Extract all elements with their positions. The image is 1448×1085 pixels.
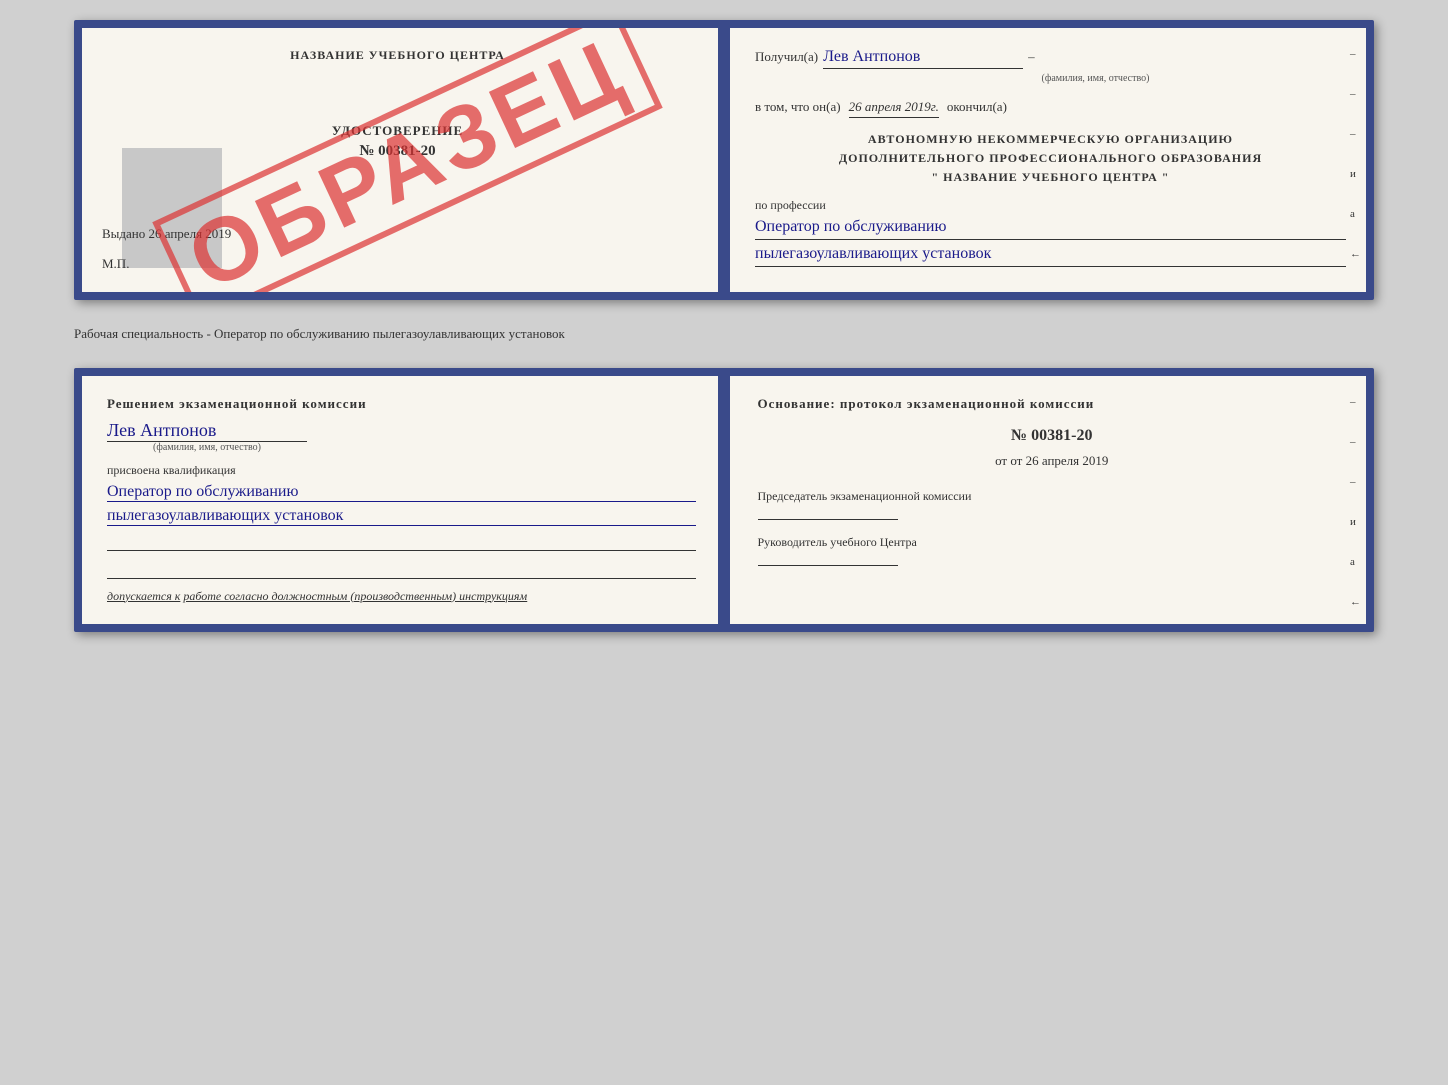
vtom-line: в том, что он(а) 26 апреля 2019г. окончи… bbox=[755, 99, 1346, 118]
vtom-label: в том, что он(а) bbox=[755, 99, 841, 115]
vydano-label: Выдано bbox=[102, 226, 145, 241]
poluchil-line: Получил(а) Лев Антпонов – bbox=[755, 48, 1346, 69]
dopuskaetsya-text: работе согласно должностным (производств… bbox=[183, 589, 527, 603]
bottom-line1 bbox=[107, 531, 696, 551]
poluchil-dash: – bbox=[1028, 49, 1035, 65]
bdash-4: и bbox=[1350, 516, 1361, 528]
right-side-dashes: – – – и а ← – – – – bbox=[1350, 48, 1361, 300]
document-container: НАЗВАНИЕ УЧЕБНОГО ЦЕНТРА УДОСТОВЕРЕНИЕ №… bbox=[74, 20, 1374, 632]
dopuskaetsya-linked-text: работе согласно должностным (производств… bbox=[183, 589, 527, 603]
photo-placeholder bbox=[122, 148, 222, 268]
org-line2: ДОПОЛНИТЕЛЬНОГО ПРОФЕССИОНАЛЬНОГО ОБРАЗО… bbox=[755, 149, 1346, 168]
kvalif-line1: Оператор по обслуживанию bbox=[107, 483, 696, 502]
poluchil-label: Получил(а) bbox=[755, 49, 818, 65]
mp-line: М.П. bbox=[102, 256, 129, 272]
poluchil-name: Лев Антпонов bbox=[823, 48, 1023, 69]
between-text: Рабочая специальность - Оператор по обсл… bbox=[74, 318, 1374, 350]
bottom-certificate-book: Решением экзаменационной комиссии Лев Ан… bbox=[74, 368, 1374, 632]
dash-6: ← bbox=[1350, 248, 1361, 260]
dash-1: – bbox=[1350, 48, 1361, 60]
dopuskaetsya-label: допускается к bbox=[107, 589, 180, 603]
rukovoditel-label: Руководитель учебного Центра bbox=[758, 535, 1347, 550]
osnovanie-text: Основание: протокол экзаменационной коми… bbox=[758, 396, 1347, 412]
fio-label-top: (фамилия, имя, отчество) bbox=[845, 73, 1346, 84]
top-right-page: – – – и а ← – – – – Получил(а) Лев Антпо… bbox=[725, 28, 1366, 292]
fio-label-bottom: (фамилия, имя, отчество) bbox=[107, 442, 307, 453]
spine-binding bbox=[718, 28, 730, 292]
bdash-2: – bbox=[1350, 436, 1361, 448]
dash-2: – bbox=[1350, 88, 1361, 100]
cert-header: НАЗВАНИЕ УЧЕБНОГО ЦЕНТРА bbox=[102, 48, 693, 63]
org-block: АВТОНОМНУЮ НЕКОММЕРЧЕСКУЮ ОРГАНИЗАЦИЮ ДО… bbox=[755, 130, 1346, 188]
resheniem-text: Решением экзаменационной комиссии bbox=[107, 396, 696, 412]
ot-date: от от 26 апреля 2019 bbox=[758, 453, 1347, 469]
vydano-date: 26 апреля 2019 bbox=[149, 226, 232, 241]
rukovoditel-block: Руководитель учебного Центра bbox=[758, 535, 1347, 566]
spine-binding-bottom bbox=[718, 376, 730, 624]
bottom-right-page: – – – и а ← – – – – Основание: протокол … bbox=[728, 376, 1367, 624]
po-professii: по профессии bbox=[755, 198, 1346, 213]
udost-title: УДОСТОВЕРЕНИЕ bbox=[102, 123, 693, 139]
predsedatel-block: Председатель экзаменационной комиссии bbox=[758, 489, 1347, 520]
ot-date-value: от 26 апреля 2019 bbox=[1010, 453, 1108, 468]
prof-line2: пылегазоулавливающих установок bbox=[755, 245, 1346, 267]
dopuskaetsya-block: допускается к работе согласно должностны… bbox=[107, 589, 696, 604]
prof-line1: Оператор по обслуживанию bbox=[755, 218, 1346, 240]
bdash-1: – bbox=[1350, 396, 1361, 408]
prisvoena-text: присвоена квалификация bbox=[107, 463, 696, 478]
dash-5: а bbox=[1350, 208, 1361, 220]
vydano-line: Выдано 26 апреля 2019 bbox=[102, 226, 231, 242]
vtom-date: 26 апреля 2019г. bbox=[849, 99, 939, 118]
ot-prefix: от bbox=[995, 453, 1010, 468]
kvalif-line2: пылегазоулавливающих установок bbox=[107, 507, 696, 526]
bdash-3: – bbox=[1350, 476, 1361, 488]
top-left-page: НАЗВАНИЕ УЧЕБНОГО ЦЕНТРА УДОСТОВЕРЕНИЕ №… bbox=[82, 28, 725, 292]
top-certificate-book: НАЗВАНИЕ УЧЕБНОГО ЦЕНТРА УДОСТОВЕРЕНИЕ №… bbox=[74, 20, 1374, 300]
org-line3: " НАЗВАНИЕ УЧЕБНОГО ЦЕНТРА " bbox=[755, 168, 1346, 187]
okonchil-label: окончил(а) bbox=[947, 99, 1007, 115]
bdash-6: ← bbox=[1350, 596, 1361, 608]
name-blue-bottom: Лев Антпонов bbox=[107, 420, 696, 442]
protocol-number: № 00381-20 bbox=[758, 427, 1347, 445]
rukovoditel-sign-line bbox=[758, 565, 898, 566]
dash-7: – bbox=[1350, 288, 1361, 300]
predsedatel-label: Председатель экзаменационной комиссии bbox=[758, 489, 1347, 504]
org-line1: АВТОНОМНУЮ НЕКОММЕРЧЕСКУЮ ОРГАНИЗАЦИЮ bbox=[755, 130, 1346, 149]
dash-4: и bbox=[1350, 168, 1361, 180]
name-blue-span: Лев Антпонов bbox=[107, 420, 307, 442]
predsedatel-sign-line bbox=[758, 519, 898, 520]
bdash-5: а bbox=[1350, 556, 1361, 568]
bottom-left-page: Решением экзаменационной комиссии Лев Ан… bbox=[82, 376, 728, 624]
right-side-dashes-bottom: – – – и а ← – – – – bbox=[1350, 396, 1361, 632]
dash-3: – bbox=[1350, 128, 1361, 140]
bottom-line2 bbox=[107, 559, 696, 579]
